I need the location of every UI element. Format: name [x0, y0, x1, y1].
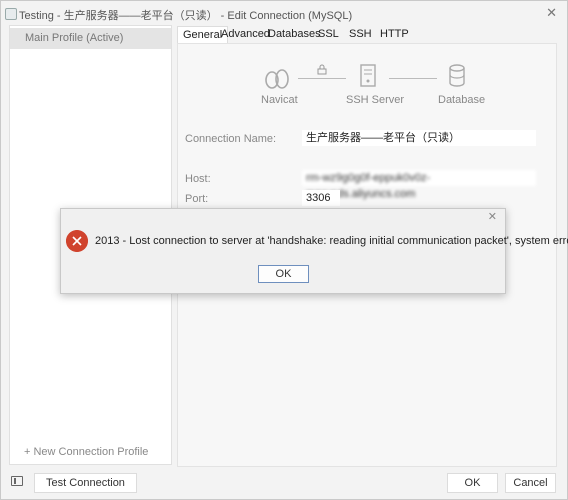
- error-icon: [66, 230, 88, 252]
- port-label: Port:: [185, 193, 209, 205]
- database-icon: [449, 64, 465, 87]
- lock-icon: [317, 64, 327, 75]
- app-icon: [5, 8, 17, 20]
- sidebar-item-main-profile[interactable]: Main Profile (Active): [10, 28, 171, 49]
- error-dialog: ✕ 2013 - Lost connection to server at 'h…: [60, 208, 568, 294]
- tab-http[interactable]: HTTP: [380, 26, 409, 43]
- navicat-icon: [265, 69, 289, 89]
- tab-advanced[interactable]: Advanced: [221, 26, 270, 43]
- profile-label: Main Profile (Active): [25, 32, 124, 44]
- connector-line: [298, 78, 346, 79]
- window-close-icon[interactable]: ✕: [546, 5, 557, 21]
- test-connection-button[interactable]: Test Connection: [34, 473, 137, 493]
- ssh-server-icon: [360, 64, 376, 87]
- edit-connection-window: Testing - 生产服务器——老平台（只读） - Edit Connecti…: [0, 0, 568, 500]
- dialog-ok-button[interactable]: OK: [258, 265, 309, 283]
- ssh-server-label: SSH Server: [346, 94, 405, 106]
- dialog-close-icon[interactable]: ✕: [488, 210, 497, 223]
- connection-name-input[interactable]: 生产服务器——老平台（只读）: [302, 130, 536, 146]
- tab-ssh[interactable]: SSH: [349, 26, 372, 43]
- window-title: Testing - 生产服务器——老平台（只读） - Edit Connecti…: [19, 10, 353, 22]
- ok-button[interactable]: OK: [447, 473, 498, 493]
- port-input[interactable]: 3306: [302, 190, 340, 206]
- new-connection-profile-link[interactable]: + New Connection Profile: [24, 446, 148, 458]
- navicat-label: Navicat: [261, 94, 298, 106]
- title-bar: Testing - 生产服务器——老平台（只读） - Edit Connecti…: [1, 1, 567, 25]
- cancel-button[interactable]: Cancel: [505, 473, 556, 493]
- database-label: Database: [438, 94, 486, 106]
- sidebar-toggle-icon[interactable]: [11, 476, 23, 486]
- host-input[interactable]: rm-wz9g0g0f-eppuk0v0z-mzcysds.aliyuncs.c…: [302, 170, 536, 200]
- tab-databases[interactable]: Databases: [268, 26, 321, 43]
- tab-ssl[interactable]: SSL: [318, 26, 339, 43]
- connection-name-label: Connection Name:: [185, 133, 277, 145]
- error-message: 2013 - Lost connection to server at 'han…: [95, 235, 568, 247]
- connector-line: [389, 78, 437, 79]
- host-label: Host:: [185, 173, 211, 185]
